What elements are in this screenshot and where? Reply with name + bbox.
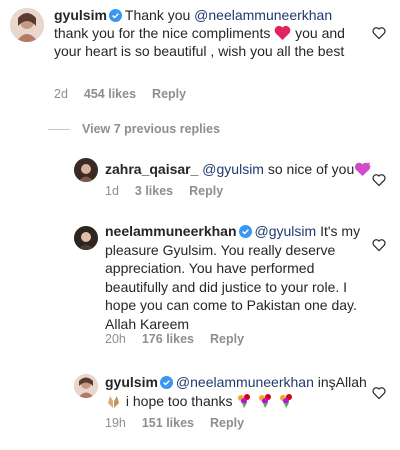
comment-text: neelammuneerkhan @gyulsim It's my pleasur… [105,222,363,333]
comment-meta: 2d 454 likes Reply [54,87,202,101]
avatar[interactable] [10,8,44,42]
comment-prefix: Thank you [124,7,191,23]
comment-age: 2d [54,87,68,101]
avatar[interactable] [74,226,98,250]
reply-button[interactable]: Reply [189,184,223,198]
bouquet-emoji [238,394,251,408]
purple-heart-emoji [355,162,371,176]
heart-outline-icon[interactable] [372,173,386,187]
comment-body: so nice of you [267,161,355,177]
verified-badge-icon [159,376,173,389]
view-replies-label: View 7 previous replies [82,122,221,136]
username[interactable]: zahra_qaisar_ [105,161,198,177]
praying-hands-emoji [108,396,119,408]
divider-line [48,129,70,131]
likes-count[interactable]: 3 likes [135,184,173,198]
comment-text: gyulsim @neelammuneerkhan inşAllah i hope… [105,373,370,411]
comment-text: zahra_qaisar_ @gyulsim so nice of you [105,160,375,178]
reply-button[interactable]: Reply [152,87,186,101]
avatar[interactable] [74,158,98,182]
bouquet-emoji [280,394,293,408]
mention[interactable]: @gyulsim [255,223,317,239]
comment-meta: 1d 3 likes Reply [105,184,239,198]
reply-button[interactable]: Reply [210,332,244,346]
verified-badge-icon [108,9,122,22]
comment-age: 1d [105,184,119,198]
comment-inline: inşAllah [317,374,367,390]
likes-count[interactable]: 176 likes [142,332,194,346]
username[interactable]: gyulsim [105,374,158,390]
comment-body: thank you for the nice compliments [54,25,271,41]
comment-age: 19h [105,416,126,430]
comment-meta: 20h 176 likes Reply [105,332,260,346]
comment-text: gyulsim Thank you @neelammuneerkhan thank… [54,6,354,60]
reply-button[interactable]: Reply [210,416,244,430]
mention[interactable]: @gyulsim [202,161,264,177]
comment-meta: 19h 151 likes Reply [105,416,260,430]
comment-body: It's my pleasure Gyulsim. You really des… [105,223,361,332]
heart-outline-icon[interactable] [372,238,386,252]
bouquet-emoji [259,394,272,408]
avatar[interactable] [74,374,98,398]
username[interactable]: neelammuneerkhan [105,223,237,239]
likes-count[interactable]: 454 likes [84,87,136,101]
red-heart-emoji [274,25,291,40]
heart-outline-icon[interactable] [372,386,386,400]
heart-outline-icon[interactable] [372,26,386,40]
comment-age: 20h [105,332,126,346]
mention[interactable]: @neelammuneerkhan [176,374,314,390]
likes-count[interactable]: 151 likes [142,416,194,430]
username[interactable]: gyulsim [54,7,107,23]
comment-body: i hope too thanks [125,393,233,409]
view-previous-replies[interactable]: View 7 previous replies [48,122,220,136]
mention[interactable]: @neelammuneerkhan [194,7,332,23]
verified-badge-icon [238,225,252,238]
